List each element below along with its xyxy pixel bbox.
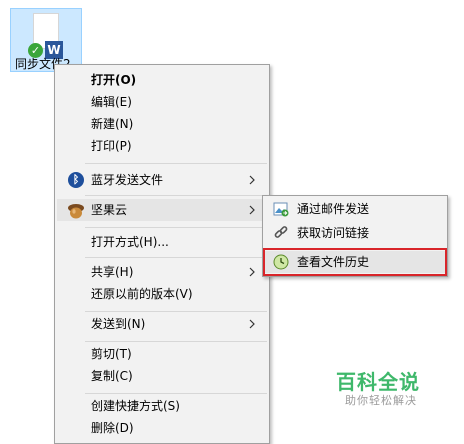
- mail-icon: [273, 201, 289, 217]
- menu-item-cut[interactable]: 剪切(T): [57, 343, 267, 365]
- menu-item-send-to[interactable]: 发送到(N): [57, 313, 267, 335]
- menu-separator: [85, 195, 267, 196]
- menu-item-share[interactable]: 共享(H): [57, 261, 267, 283]
- menu-separator: [85, 341, 267, 342]
- menu-item-open-with[interactable]: 打开方式(H)...: [57, 231, 267, 253]
- menu-item-create-shortcut[interactable]: 创建快捷方式(S): [57, 395, 267, 417]
- menu-item-label: 发送到(N): [91, 317, 146, 331]
- bluetooth-icon: ᛒ: [68, 172, 84, 188]
- menu-item-label: 打开方式(H)...: [91, 235, 169, 249]
- menu-separator: [85, 257, 267, 258]
- menu-item-delete[interactable]: 删除(D): [57, 417, 267, 439]
- context-menu: 打开(O) 编辑(E) 新建(N) 打印(P) ᛒ 蓝牙发送文件 坚果云 打开方…: [54, 64, 270, 444]
- watermark-title: 百科全说: [336, 370, 420, 394]
- chevron-right-icon: [247, 169, 257, 191]
- menu-separator: [85, 163, 267, 164]
- nutstore-submenu: 通过邮件发送 获取访问链接 查看文件历史: [262, 195, 448, 277]
- menu-item-open[interactable]: 打开(O): [57, 69, 267, 91]
- menu-item-copy[interactable]: 复制(C): [57, 365, 267, 387]
- nutstore-icon: [67, 202, 85, 219]
- chevron-right-icon: [247, 261, 257, 283]
- menu-separator: [85, 311, 267, 312]
- watermark-subtitle: 助你轻松解决: [345, 394, 417, 407]
- annotation-highlight-box: [263, 248, 447, 276]
- menu-item-restore-versions[interactable]: 还原以前的版本(V): [57, 283, 267, 305]
- menu-item-label: 删除(D): [91, 421, 134, 435]
- submenu-item-label: 通过邮件发送: [297, 202, 370, 216]
- menu-item-label: 蓝牙发送文件: [91, 173, 164, 187]
- menu-item-edit[interactable]: 编辑(E): [57, 91, 267, 113]
- menu-item-label: 打印(P): [91, 139, 132, 153]
- chevron-right-icon: [247, 313, 257, 335]
- desktop-file-icon[interactable]: ✓ W 同步文件2: [10, 8, 82, 72]
- menu-item-nutstore[interactable]: 坚果云: [57, 199, 267, 221]
- menu-item-label: 打开(O): [91, 73, 137, 87]
- menu-item-label: 创建快捷方式(S): [91, 399, 180, 413]
- menu-item-label: 复制(C): [91, 369, 133, 383]
- menu-separator: [85, 393, 267, 394]
- submenu-item-get-access-link[interactable]: 获取访问链接: [265, 222, 445, 244]
- menu-item-bluetooth-send[interactable]: ᛒ 蓝牙发送文件: [57, 169, 267, 191]
- menu-separator: [85, 227, 267, 228]
- menu-item-label: 编辑(E): [91, 95, 132, 109]
- menu-item-new[interactable]: 新建(N): [57, 113, 267, 135]
- menu-item-print[interactable]: 打印(P): [57, 135, 267, 157]
- link-icon: [273, 225, 289, 241]
- submenu-item-send-by-email[interactable]: 通过邮件发送: [265, 198, 445, 220]
- menu-item-label: 共享(H): [91, 265, 134, 279]
- menu-item-label: 新建(N): [91, 117, 134, 131]
- menu-item-label: 坚果云: [91, 203, 128, 217]
- menu-item-label: 剪切(T): [91, 347, 132, 361]
- menu-item-label: 还原以前的版本(V): [91, 287, 193, 301]
- chevron-right-icon: [247, 199, 257, 221]
- submenu-item-label: 获取访问链接: [297, 226, 370, 240]
